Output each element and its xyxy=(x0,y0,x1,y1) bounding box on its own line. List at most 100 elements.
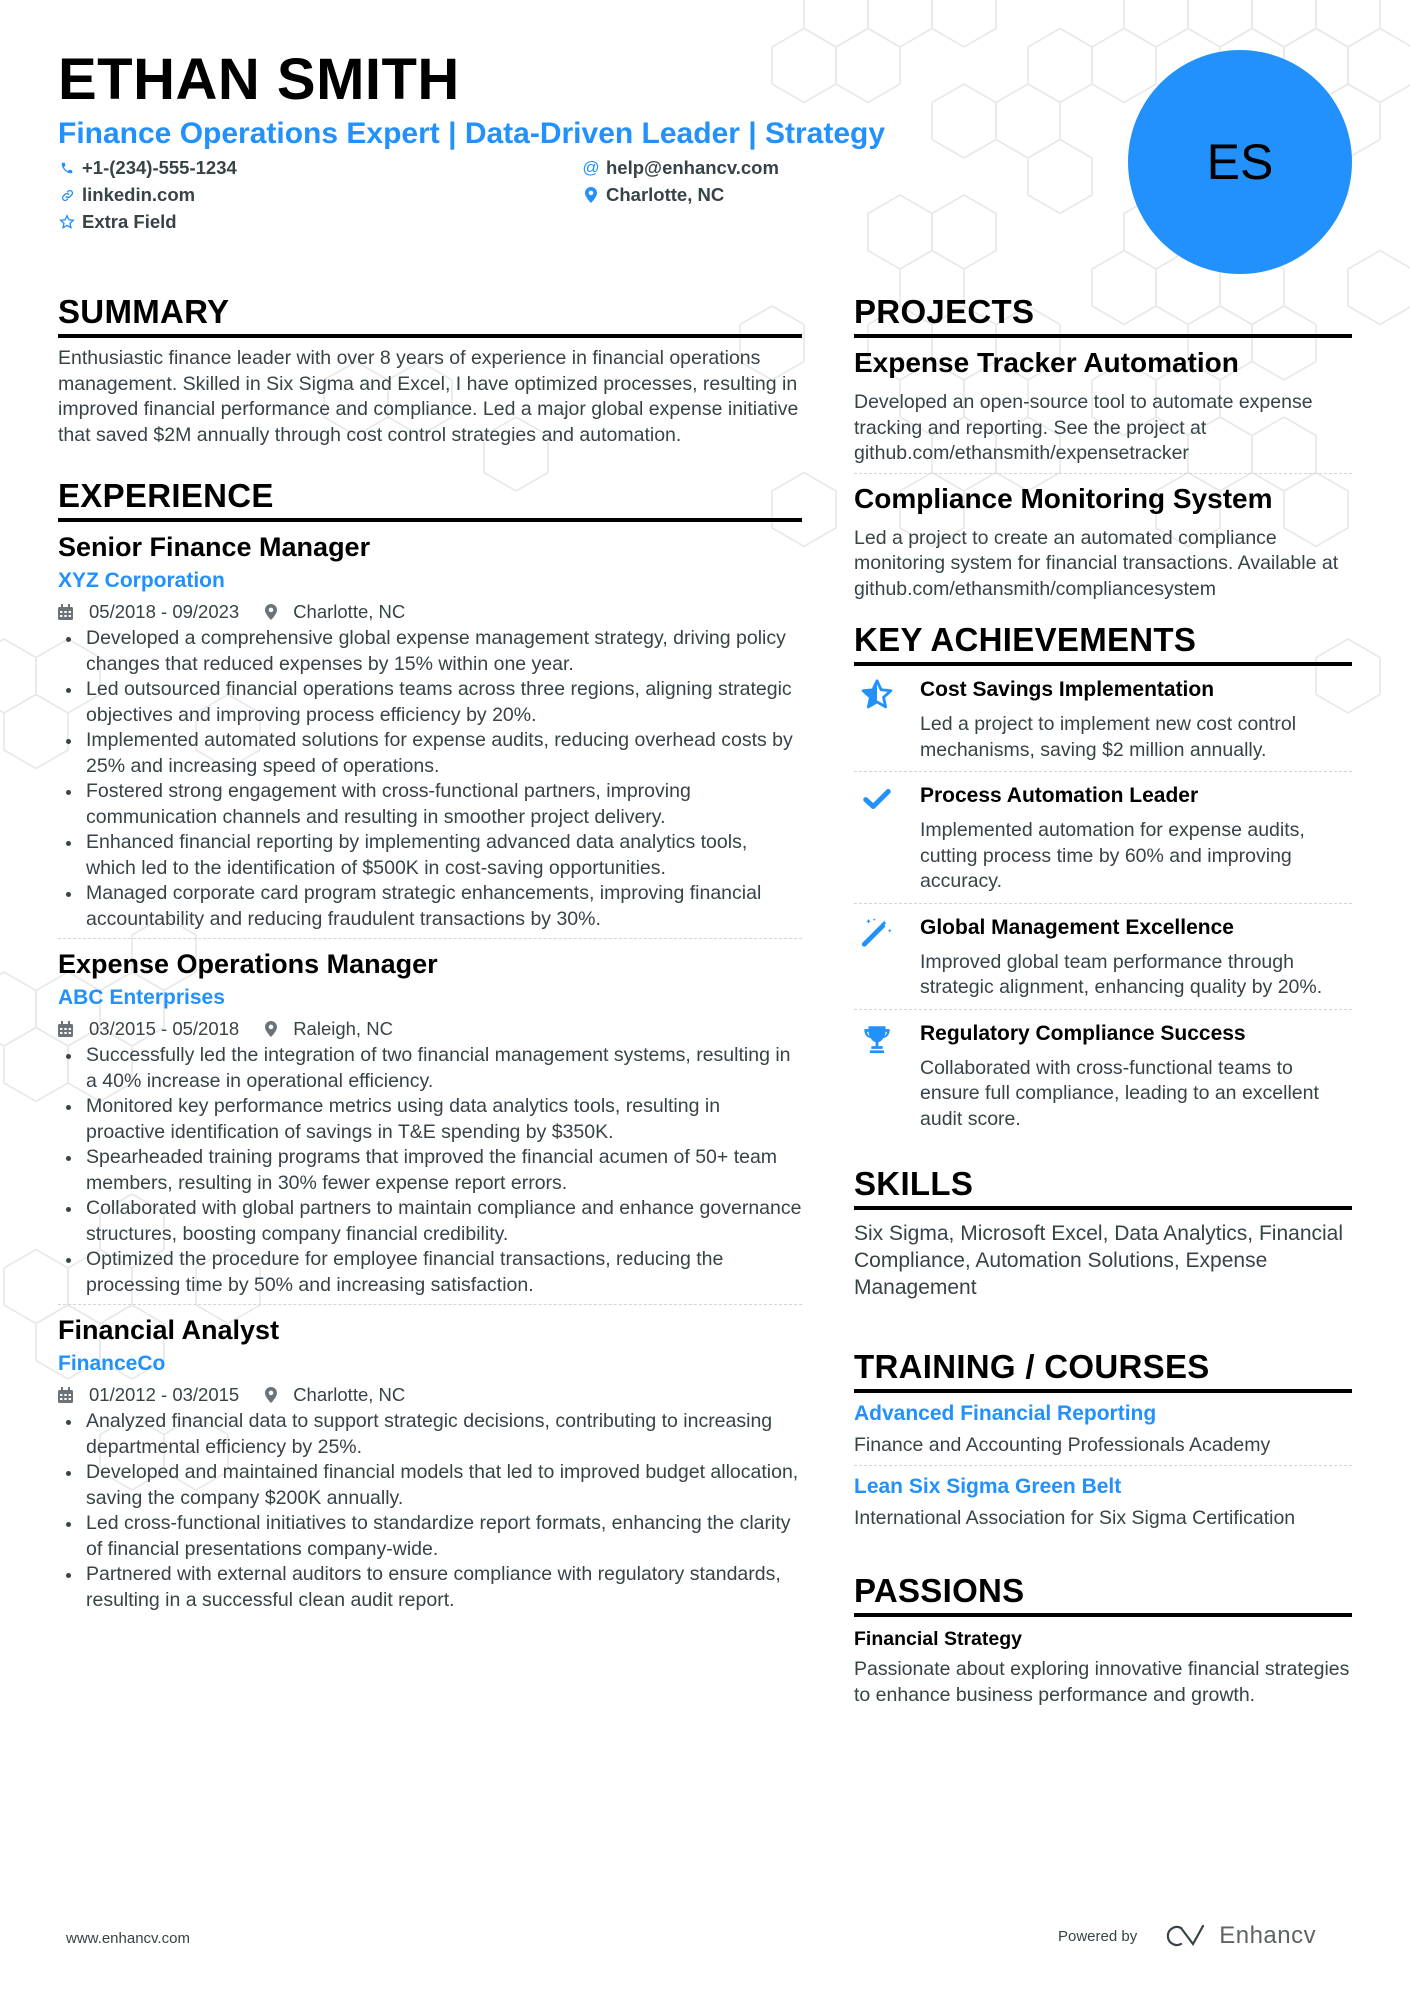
achievements-list: Cost Savings Implementation Led a projec… xyxy=(854,666,1352,1140)
job-bullets: Developed a comprehensive global expense… xyxy=(58,626,802,932)
job-entry: Expense Operations Manager ABC Enterpris… xyxy=(58,938,802,1298)
course-organization: International Association for Six Sigma … xyxy=(854,1506,1296,1529)
achievement-title: Process Automation Leader xyxy=(920,784,1199,807)
course-organization: Finance and Accounting Professionals Aca… xyxy=(854,1434,1271,1456)
contact-phone-value: +1-(234)-555-1234 xyxy=(82,157,237,178)
contact-location-value: Charlotte, NC xyxy=(606,184,725,205)
skills-section: SKILLS Six Sigma, Microsoft Excel, Data … xyxy=(854,1164,1352,1301)
job-location: Raleigh, NC xyxy=(265,1015,393,1043)
contact-phone[interactable]: +1-(234)-555-1234 xyxy=(58,155,237,181)
avatar: ES xyxy=(1128,50,1352,274)
job-bullet: Optimized the procedure for employee fin… xyxy=(66,1247,802,1298)
training-section: TRAINING / COURSES Advanced Financial Re… xyxy=(854,1347,1352,1537)
achievement-title: Global Management Excellence xyxy=(920,915,1234,939)
resume-page: ETHAN SMITH Finance Operations Expert | … xyxy=(0,0,1410,1995)
project-title: Compliance Monitoring System xyxy=(854,482,1273,514)
achievement-description: Collaborated with cross-functional teams… xyxy=(920,1056,1319,1130)
right-column: PROJECTS Expense Tracker Automation Deve… xyxy=(854,292,1352,1708)
location-pin-icon xyxy=(265,1021,285,1037)
calendar-icon xyxy=(58,604,81,620)
contact-extra-field-value: Extra Field xyxy=(82,211,177,232)
trophy-icon xyxy=(854,1020,920,1133)
project-title: Expense Tracker Automation xyxy=(854,347,1239,378)
at-icon: @ xyxy=(582,158,600,177)
candidate-headline: Finance Operations Expert | Data-Driven … xyxy=(58,117,886,150)
contact-extra-field: Extra Field xyxy=(58,209,177,235)
achievement-title: Regulatory Compliance Success xyxy=(920,1021,1246,1045)
passion-entry: Financial Strategy Passionate about expl… xyxy=(854,1625,1352,1708)
training-list: Advanced Financial Reporting Finance and… xyxy=(854,1393,1352,1537)
summary-section: SUMMARY Enthusiastic finance leader with… xyxy=(58,292,802,448)
job-location-value: Charlotte, NC xyxy=(293,1384,406,1405)
achievement-entry: Regulatory Compliance Success Collaborat… xyxy=(854,1008,1352,1141)
job-bullet: Successfully led the integration of two … xyxy=(66,1043,802,1094)
job-meta: 01/2012 - 03/2015 Charlotte, NC xyxy=(58,1381,802,1409)
achievement-body: Process Automation Leader Implemented au… xyxy=(920,782,1352,895)
project-description: Developed an open-source tool to automat… xyxy=(854,391,1313,464)
projects-heading: PROJECTS xyxy=(854,292,1352,338)
calendar-icon xyxy=(58,1387,81,1403)
job-company: XYZ Corporation xyxy=(58,569,225,592)
job-meta: 03/2015 - 05/2018 Raleigh, NC xyxy=(58,1015,802,1043)
achievement-entry: Global Management Excellence Improved gl… xyxy=(854,902,1352,1009)
job-title: Senior Finance Manager xyxy=(58,532,371,562)
achievements-heading: KEY ACHIEVEMENTS xyxy=(854,620,1352,666)
job-bullet: Spearheaded training programs that impro… xyxy=(66,1145,802,1196)
job-bullet: Led outsourced financial operations team… xyxy=(66,677,802,728)
job-dates-value: 03/2015 - 05/2018 xyxy=(89,1018,240,1039)
candidate-name: ETHAN SMITH xyxy=(58,47,460,112)
left-column: SUMMARY Enthusiastic finance leader with… xyxy=(58,292,802,1613)
job-bullet: Monitored key performance metrics using … xyxy=(66,1094,802,1145)
job-company: FinanceCo xyxy=(58,1352,166,1375)
job-location: Charlotte, NC xyxy=(265,1381,405,1409)
job-bullet: Developed a comprehensive global expense… xyxy=(66,626,802,677)
job-location: Charlotte, NC xyxy=(265,598,405,626)
achievement-body: Cost Savings Implementation Led a projec… xyxy=(920,676,1352,763)
job-dates-value: 01/2012 - 03/2015 xyxy=(89,1384,240,1405)
skills-text: Six Sigma, Microsoft Excel, Data Analyti… xyxy=(854,1222,1344,1299)
achievement-body: Regulatory Compliance Success Collaborat… xyxy=(920,1020,1352,1133)
projects-section: PROJECTS Expense Tracker Automation Deve… xyxy=(854,292,1352,602)
achievement-description: Improved global team performance through… xyxy=(920,950,1323,999)
location-pin-icon xyxy=(265,1387,285,1403)
job-bullets: Analyzed financial data to support strat… xyxy=(58,1409,802,1613)
job-company: ABC Enterprises xyxy=(58,986,225,1009)
experience-section: EXPERIENCE Senior Finance Manager XYZ Co… xyxy=(58,476,802,1613)
project-description: Led a project to create an automated com… xyxy=(854,526,1339,600)
job-entry: Senior Finance Manager XYZ Corporation 0… xyxy=(58,522,802,932)
summary-heading: SUMMARY xyxy=(58,292,802,338)
job-bullet: Managed corporate card program strategic… xyxy=(66,881,802,932)
course-entry: Advanced Financial Reporting Finance and… xyxy=(854,1393,1352,1465)
job-bullet: Led cross-functional initiatives to stan… xyxy=(66,1511,802,1562)
job-dates-value: 05/2018 - 09/2023 xyxy=(89,601,240,622)
experience-heading: EXPERIENCE xyxy=(58,476,802,522)
contact-linkedin[interactable]: linkedin.com xyxy=(58,182,195,208)
passions-list: Financial Strategy Passionate about expl… xyxy=(854,1625,1352,1708)
job-meta: 05/2018 - 09/2023 Charlotte, NC xyxy=(58,598,802,626)
achievements-section: KEY ACHIEVEMENTS Cost Savings Implementa… xyxy=(854,620,1352,1140)
skills-heading: SKILLS xyxy=(854,1164,1352,1210)
job-bullet: Collaborated with global partners to mai… xyxy=(66,1196,802,1247)
star-outline-icon xyxy=(58,214,76,230)
powered-by-label: Powered by xyxy=(1058,1927,1138,1945)
contact-linkedin-value: linkedin.com xyxy=(82,184,196,205)
passion-title: Financial Strategy xyxy=(854,1628,1022,1650)
experience-list: Senior Finance Manager XYZ Corporation 0… xyxy=(58,522,802,1613)
achievement-entry: Process Automation Leader Implemented au… xyxy=(854,771,1352,903)
location-pin-icon xyxy=(582,187,600,203)
course-entry: Lean Six Sigma Green Belt International … xyxy=(854,1464,1352,1538)
location-pin-icon xyxy=(265,604,285,620)
course-title: Lean Six Sigma Green Belt xyxy=(854,1474,1122,1498)
job-bullets: Successfully led the integration of two … xyxy=(58,1043,802,1298)
contact-email[interactable]: @ help@enhancv.com xyxy=(582,155,779,181)
footer-branding[interactable]: Powered by Enhancv xyxy=(1058,1922,1316,1950)
passions-section: PASSIONS Financial Strategy Passionate a… xyxy=(854,1571,1352,1708)
magic-wand-icon xyxy=(854,914,920,1001)
achievement-body: Global Management Excellence Improved gl… xyxy=(920,914,1352,1001)
job-title: Expense Operations Manager xyxy=(58,949,438,979)
job-bullet: Implemented automated solutions for expe… xyxy=(66,728,802,779)
job-bullet: Analyzed financial data to support strat… xyxy=(66,1409,802,1460)
achievement-entry: Cost Savings Implementation Led a projec… xyxy=(854,666,1352,771)
footer-website-link[interactable]: www.enhancv.com xyxy=(66,1930,190,1947)
job-dates: 01/2012 - 03/2015 xyxy=(58,1381,239,1409)
